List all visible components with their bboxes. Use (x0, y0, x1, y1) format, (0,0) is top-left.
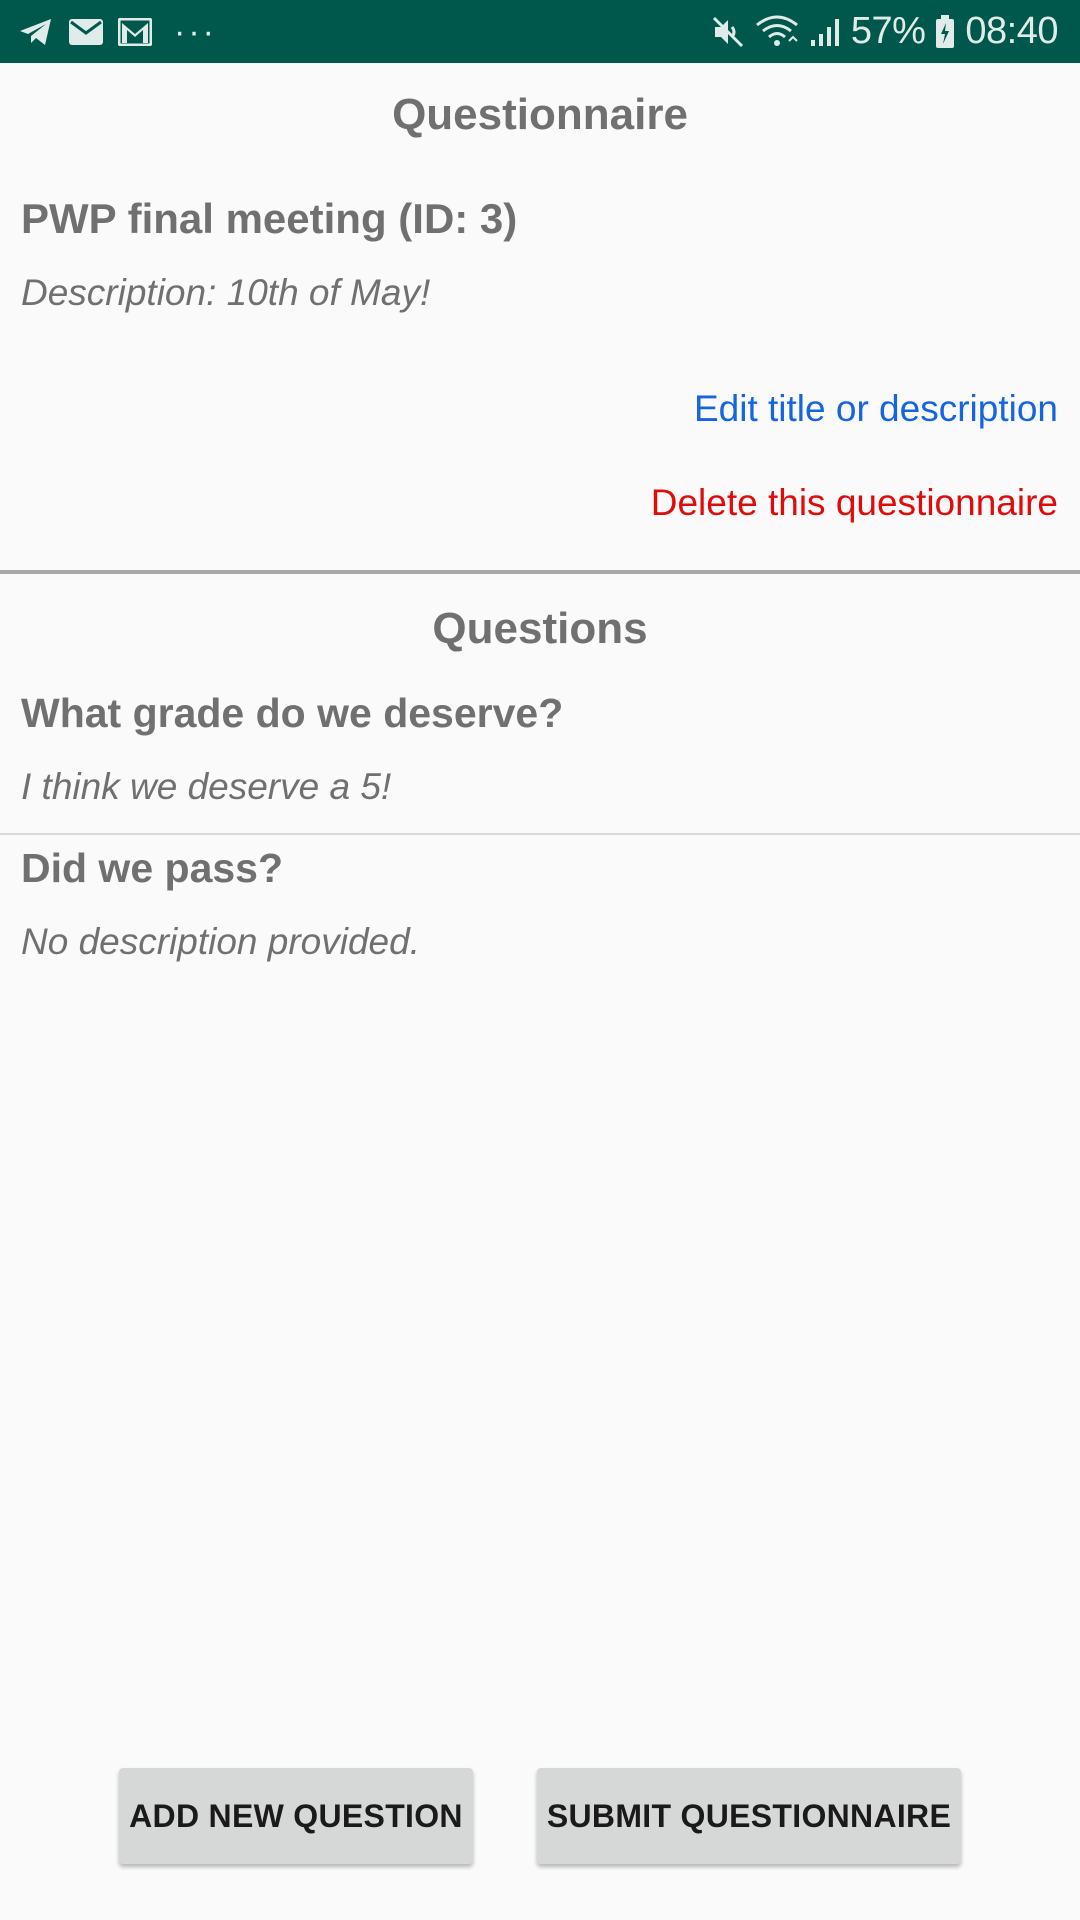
wifi-icon (755, 15, 799, 49)
mute-icon (711, 15, 745, 49)
status-bar-notifications: ··· (18, 15, 231, 49)
page-title: Questionnaire (392, 90, 688, 139)
status-bar-system: 57% 08:40 (701, 10, 1058, 53)
question-item[interactable]: What grade do we deserve? I think we des… (0, 690, 1080, 830)
battery-icon (935, 14, 955, 49)
signal-icon (809, 16, 841, 48)
question-item[interactable]: Did we pass? No description provided. (0, 845, 1080, 985)
edit-title-link[interactable]: Edit title or description (694, 388, 1058, 430)
status-bar: ··· 57% 08:40 (0, 0, 1080, 63)
add-new-question-button[interactable]: ADD NEW QUESTION (119, 1768, 473, 1864)
question-title: What grade do we deserve? (21, 690, 564, 736)
email-icon (68, 18, 104, 46)
gmail-icon (118, 17, 152, 46)
app-screen: ··· 57% 08:40 Questionnaire PWP final me… (0, 0, 1080, 1920)
clock: 08:40 (965, 10, 1058, 52)
questionnaire-title: PWP final meeting (ID: 3) (21, 195, 518, 242)
section-divider (0, 570, 1080, 574)
battery-percent: 57% (850, 10, 926, 52)
question-title: Did we pass? (21, 845, 284, 891)
delete-questionnaire-link[interactable]: Delete this questionnaire (651, 482, 1058, 524)
more-notifications-indicator: ··· (174, 12, 217, 51)
question-description: I think we deserve a 5! (21, 766, 392, 807)
questionnaire-description: Description: 10th of May! (21, 272, 431, 313)
list-divider (0, 833, 1080, 835)
submit-questionnaire-button[interactable]: SUBMIT QUESTIONNAIRE (537, 1768, 961, 1864)
questions-section-title: Questions (432, 604, 648, 653)
question-description: No description provided. (21, 921, 420, 962)
telegram-icon (18, 16, 54, 48)
